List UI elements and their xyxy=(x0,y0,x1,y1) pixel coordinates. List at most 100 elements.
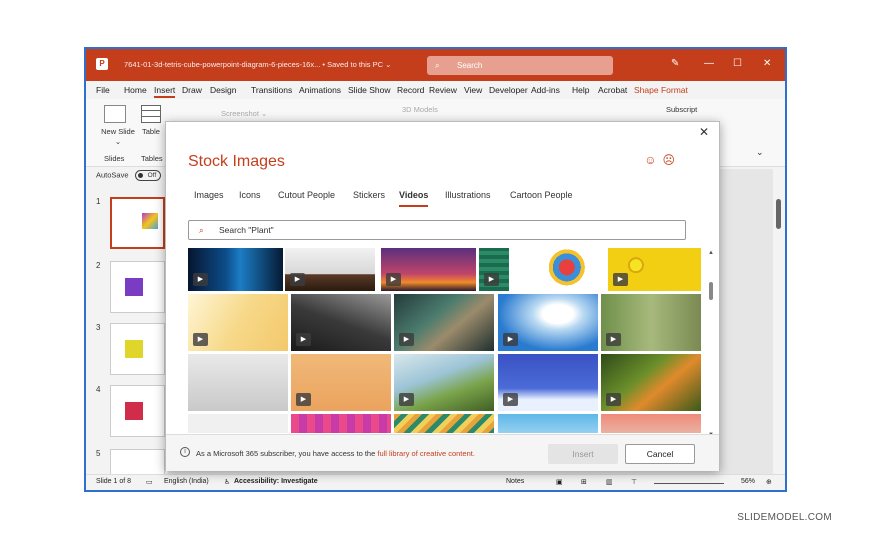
new-slide-button[interactable]: New Slide ⌄ xyxy=(98,127,138,147)
slide-sorter-icon[interactable]: ⊞ xyxy=(581,478,587,486)
video-thumbnail[interactable] xyxy=(188,354,288,411)
menu-shape-format[interactable]: Shape Format xyxy=(634,85,688,95)
results-scroll-thumb[interactable] xyxy=(709,282,713,300)
reading-view-icon[interactable]: ▥ xyxy=(606,478,613,486)
slide-thumbnail[interactable] xyxy=(110,197,165,249)
autosave-toggle[interactable]: Off xyxy=(134,170,161,181)
full-library-link[interactable]: full library of creative content. xyxy=(377,449,475,458)
status-bar: Slide 1 of 8 ▭ English (India) ♿ Accessi… xyxy=(86,474,785,490)
menu-acrobat[interactable]: Acrobat xyxy=(598,85,627,95)
zoom-level[interactable]: 56% xyxy=(741,478,755,485)
video-thumbnail[interactable] xyxy=(188,414,288,433)
screenshot-button[interactable]: Screenshot ⌄ xyxy=(221,109,267,118)
video-thumbnail[interactable] xyxy=(601,414,701,433)
video-badge-icon: ▶ xyxy=(193,273,208,286)
video-thumbnail[interactable]: ▶ xyxy=(188,294,288,351)
menu-insert[interactable]: Insert xyxy=(154,85,176,98)
slide-thumbnail[interactable] xyxy=(110,385,165,437)
slideshow-icon[interactable]: ⊤ xyxy=(631,478,637,486)
feedback-icons[interactable]: ☺☹ xyxy=(644,153,681,167)
menu-add-ins[interactable]: Add-ins xyxy=(531,85,560,95)
tab-cutout-people[interactable]: Cutout People xyxy=(278,190,335,200)
table-button[interactable]: Table xyxy=(142,127,160,136)
menu-developer[interactable]: Developer xyxy=(489,85,528,95)
stock-search-input[interactable]: ⌕ Search "Plant" xyxy=(188,220,686,240)
search-icon: ⌕ xyxy=(199,225,204,235)
scroll-up-icon[interactable]: ▲ xyxy=(708,250,714,256)
video-thumbnail[interactable] xyxy=(498,414,598,433)
video-thumbnail[interactable]: ▶ xyxy=(188,248,283,291)
accessibility-status[interactable]: Accessibility: Investigate xyxy=(234,478,318,485)
tables-group-label: Tables xyxy=(141,154,163,163)
video-thumbnail[interactable]: ▶ xyxy=(394,294,494,351)
menu-slide-show[interactable]: Slide Show xyxy=(348,85,391,95)
menu-help[interactable]: Help xyxy=(572,85,589,95)
video-thumbnail[interactable] xyxy=(511,248,604,291)
slide-thumbnail[interactable] xyxy=(110,323,165,375)
stock-images-dialog: ✕ Stock Images ☺☹ Images Icons Cutout Peop… xyxy=(165,121,720,471)
menu-record[interactable]: Record xyxy=(397,85,424,95)
video-badge-icon: ▶ xyxy=(399,333,414,346)
tab-stickers[interactable]: Stickers xyxy=(353,190,385,200)
close-dialog-icon[interactable]: ✕ xyxy=(699,125,709,139)
menu-home[interactable]: Home xyxy=(124,85,147,95)
language-status[interactable]: English (India) xyxy=(164,478,209,485)
video-thumbnail[interactable]: ▶ xyxy=(291,354,391,411)
video-thumbnail[interactable]: ▶ xyxy=(601,294,701,351)
results-scrollbar[interactable]: ▲ ▼ xyxy=(708,250,716,438)
video-badge-icon: ▶ xyxy=(606,393,621,406)
video-thumbnail[interactable]: ▶ xyxy=(479,248,509,291)
title-search-box[interactable]: ⌕ Search xyxy=(427,56,613,75)
title-bar: P 7641-01-3d-tetris-cube-powerpoint-diag… xyxy=(86,49,785,81)
stock-search-placeholder: Search "Plant" xyxy=(219,225,274,235)
normal-view-icon[interactable]: ▣ xyxy=(556,478,563,486)
video-thumbnail[interactable]: ▶ xyxy=(608,248,701,291)
fit-slide-icon[interactable]: ⊕ xyxy=(766,478,772,486)
new-slide-icon[interactable] xyxy=(104,105,126,123)
video-thumbnail[interactable]: ▶ xyxy=(381,248,476,291)
pen-icon[interactable]: ✎ xyxy=(671,58,679,69)
menu-file[interactable]: File xyxy=(96,85,110,95)
autosave: AutoSave Off xyxy=(96,170,161,181)
slide-thumbnail[interactable] xyxy=(110,449,165,475)
video-thumbnail[interactable] xyxy=(291,414,391,433)
video-thumbnail[interactable]: ▶ xyxy=(394,354,494,411)
watermark: SLIDEMODEL.COM xyxy=(737,512,832,523)
video-thumbnail[interactable]: ▶ xyxy=(498,354,598,411)
ribbon-expand-icon[interactable]: ⌄ xyxy=(756,147,764,158)
slide-thumbnail[interactable] xyxy=(110,261,165,313)
insert-button[interactable]: Insert xyxy=(548,444,618,464)
video-thumbnail[interactable]: ▶ xyxy=(291,294,391,351)
tab-illustrations[interactable]: Illustrations xyxy=(445,190,491,200)
video-thumbnail[interactable]: ▶ xyxy=(601,354,701,411)
menu-design[interactable]: Design xyxy=(210,85,236,95)
video-thumbnail[interactable]: ▶ xyxy=(285,248,375,291)
menu-draw[interactable]: Draw xyxy=(182,85,202,95)
tab-images[interactable]: Images xyxy=(194,190,224,200)
slide-number: 4 xyxy=(96,385,101,394)
vertical-scrollbar[interactable] xyxy=(773,169,785,474)
menu-animations[interactable]: Animations xyxy=(299,85,341,95)
autosave-label: AutoSave xyxy=(96,170,129,180)
close-window-button[interactable]: ✕ xyxy=(763,58,771,69)
3d-models-button[interactable]: 3D Models xyxy=(402,105,438,114)
video-thumbnail[interactable] xyxy=(394,414,494,433)
video-thumbnail[interactable]: ▶ xyxy=(498,294,598,351)
zoom-slider[interactable] xyxy=(654,483,724,484)
menu-review[interactable]: Review xyxy=(429,85,457,95)
cancel-button[interactable]: Cancel xyxy=(625,444,695,464)
powerpoint-logo-icon: P xyxy=(96,58,108,70)
notes-button[interactable]: Notes xyxy=(506,478,524,485)
menu-transitions[interactable]: Transitions xyxy=(251,85,292,95)
maximize-button[interactable]: ☐ xyxy=(733,58,742,69)
tab-icons[interactable]: Icons xyxy=(239,190,261,200)
minimize-button[interactable]: — xyxy=(704,58,714,69)
subscript-button[interactable]: Subscript xyxy=(666,105,697,114)
document-title[interactable]: 7641-01-3d-tetris-cube-powerpoint-diagra… xyxy=(124,60,391,69)
scrollbar-thumb[interactable] xyxy=(776,199,781,229)
tab-videos[interactable]: Videos xyxy=(399,190,429,207)
table-icon[interactable] xyxy=(141,105,161,123)
notes-page-icon[interactable]: ▭ xyxy=(146,478,153,486)
tab-cartoon-people[interactable]: Cartoon People xyxy=(510,190,573,200)
menu-view[interactable]: View xyxy=(464,85,482,95)
